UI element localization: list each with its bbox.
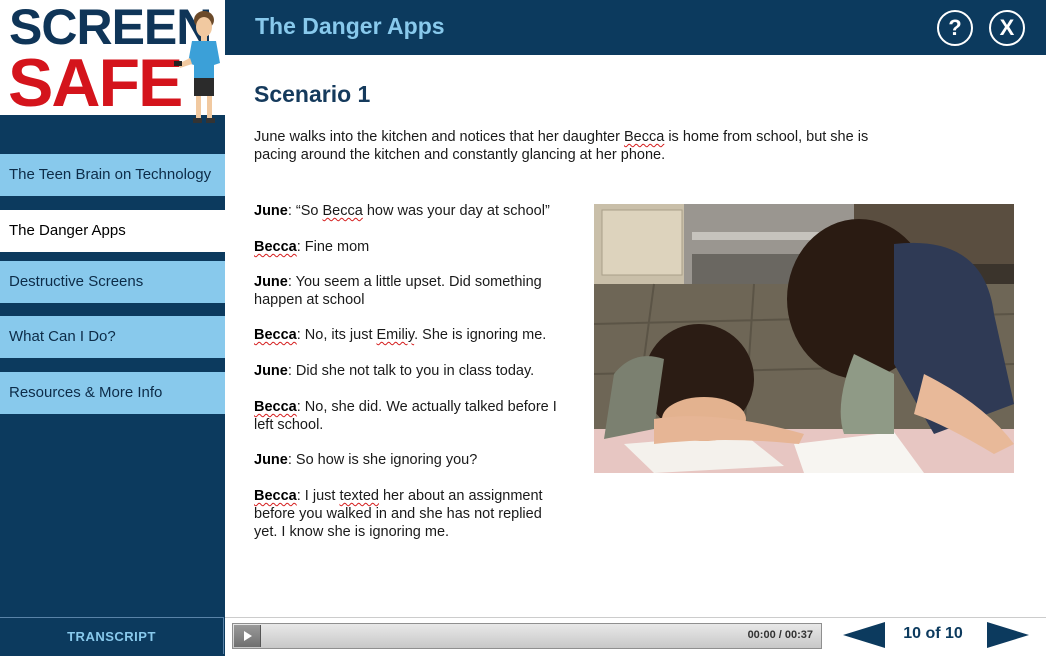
dialogue-text: : I just xyxy=(296,488,340,504)
dialogue-line: June: Did she not talk to you in class t… xyxy=(254,362,574,380)
dialogue-text: : Fine mom xyxy=(296,239,370,255)
header-bar: The Danger Apps ? X xyxy=(225,0,1046,55)
speaker: Becca xyxy=(254,488,297,504)
audio-player[interactable]: 00:00 / 00:37 xyxy=(232,623,822,649)
dialogue-text: : Did she not talk to you in class today… xyxy=(287,363,535,379)
close-button[interactable]: X xyxy=(989,10,1025,46)
dialogue-text: Becca xyxy=(322,203,363,219)
speaker: June xyxy=(254,363,288,379)
scenario-photo xyxy=(594,204,1014,473)
sidebar-item-what-can-i-do[interactable]: What Can I Do? xyxy=(0,316,225,358)
speaker: Becca xyxy=(254,327,297,343)
dialogue-text: . She is ignoring me. xyxy=(414,327,547,343)
dialogue-line: June: You seem a little upset. Did somet… xyxy=(254,273,574,309)
speaker: June xyxy=(254,203,288,219)
play-icon[interactable] xyxy=(234,625,261,647)
page-title: The Danger Apps xyxy=(255,13,445,39)
teen-figure-icon xyxy=(174,11,220,123)
intro-text: June walks into the kitchen and notices … xyxy=(254,129,624,145)
dialogue-line: Becca: No, its just Emiliy. She is ignor… xyxy=(254,326,574,344)
dialogue-text: : No, she did. We actually talked before… xyxy=(254,399,557,433)
sidebar-item-destructive-screens[interactable]: Destructive Screens xyxy=(0,261,225,303)
speaker: Becca xyxy=(254,239,297,255)
dialogue-text: : You seem a little upset. Did something… xyxy=(254,274,542,308)
sidebar-item-danger-apps[interactable]: The Danger Apps xyxy=(0,210,225,252)
scenario-title: Scenario 1 xyxy=(254,81,371,107)
intro-name: Becca xyxy=(623,129,665,145)
dialogue-text: : So how is she ignoring you? xyxy=(287,452,478,468)
dialogue-line: Becca: No, she did. We actually talked b… xyxy=(254,398,574,434)
sidebar-item-resources[interactable]: Resources & More Info xyxy=(0,372,225,414)
scenario-intro: June walks into the kitchen and notices … xyxy=(254,128,904,164)
dialogue-line: Becca: I just texted her about an assign… xyxy=(254,487,559,541)
sidebar: SCREEN SAFE The Teen Brain on Technology… xyxy=(0,0,225,656)
help-button[interactable]: ? xyxy=(937,10,973,46)
dialogue-text: : “So xyxy=(287,203,323,219)
speaker: Becca xyxy=(254,399,297,415)
transcript-button[interactable]: TRANSCRIPT xyxy=(0,617,224,654)
dialogue-text: how was your day at school” xyxy=(362,203,550,219)
next-arrow-icon[interactable] xyxy=(985,622,1029,648)
player-time: 00:00 / 00:37 xyxy=(747,629,813,641)
dialogue-text: : No, its just xyxy=(296,327,377,343)
page-counter: 10 of 10 xyxy=(903,625,963,642)
previous-arrow-icon[interactable] xyxy=(843,622,887,648)
dialogue-line: Becca: Fine mom xyxy=(254,238,574,256)
dialogue-line: June: “So Becca how was your day at scho… xyxy=(254,202,574,220)
sidebar-item-teen-brain[interactable]: The Teen Brain on Technology xyxy=(0,154,225,196)
screen-safe-logo: SCREEN SAFE xyxy=(0,0,225,123)
dialogue-text: Emiliy xyxy=(376,327,415,343)
speaker: June xyxy=(254,452,288,468)
logo-text-safe: SAFE xyxy=(8,45,183,121)
speaker: June xyxy=(254,274,288,290)
dialogue-line: June: So how is she ignoring you? xyxy=(254,451,574,469)
dialogue-text: texted xyxy=(339,488,379,504)
